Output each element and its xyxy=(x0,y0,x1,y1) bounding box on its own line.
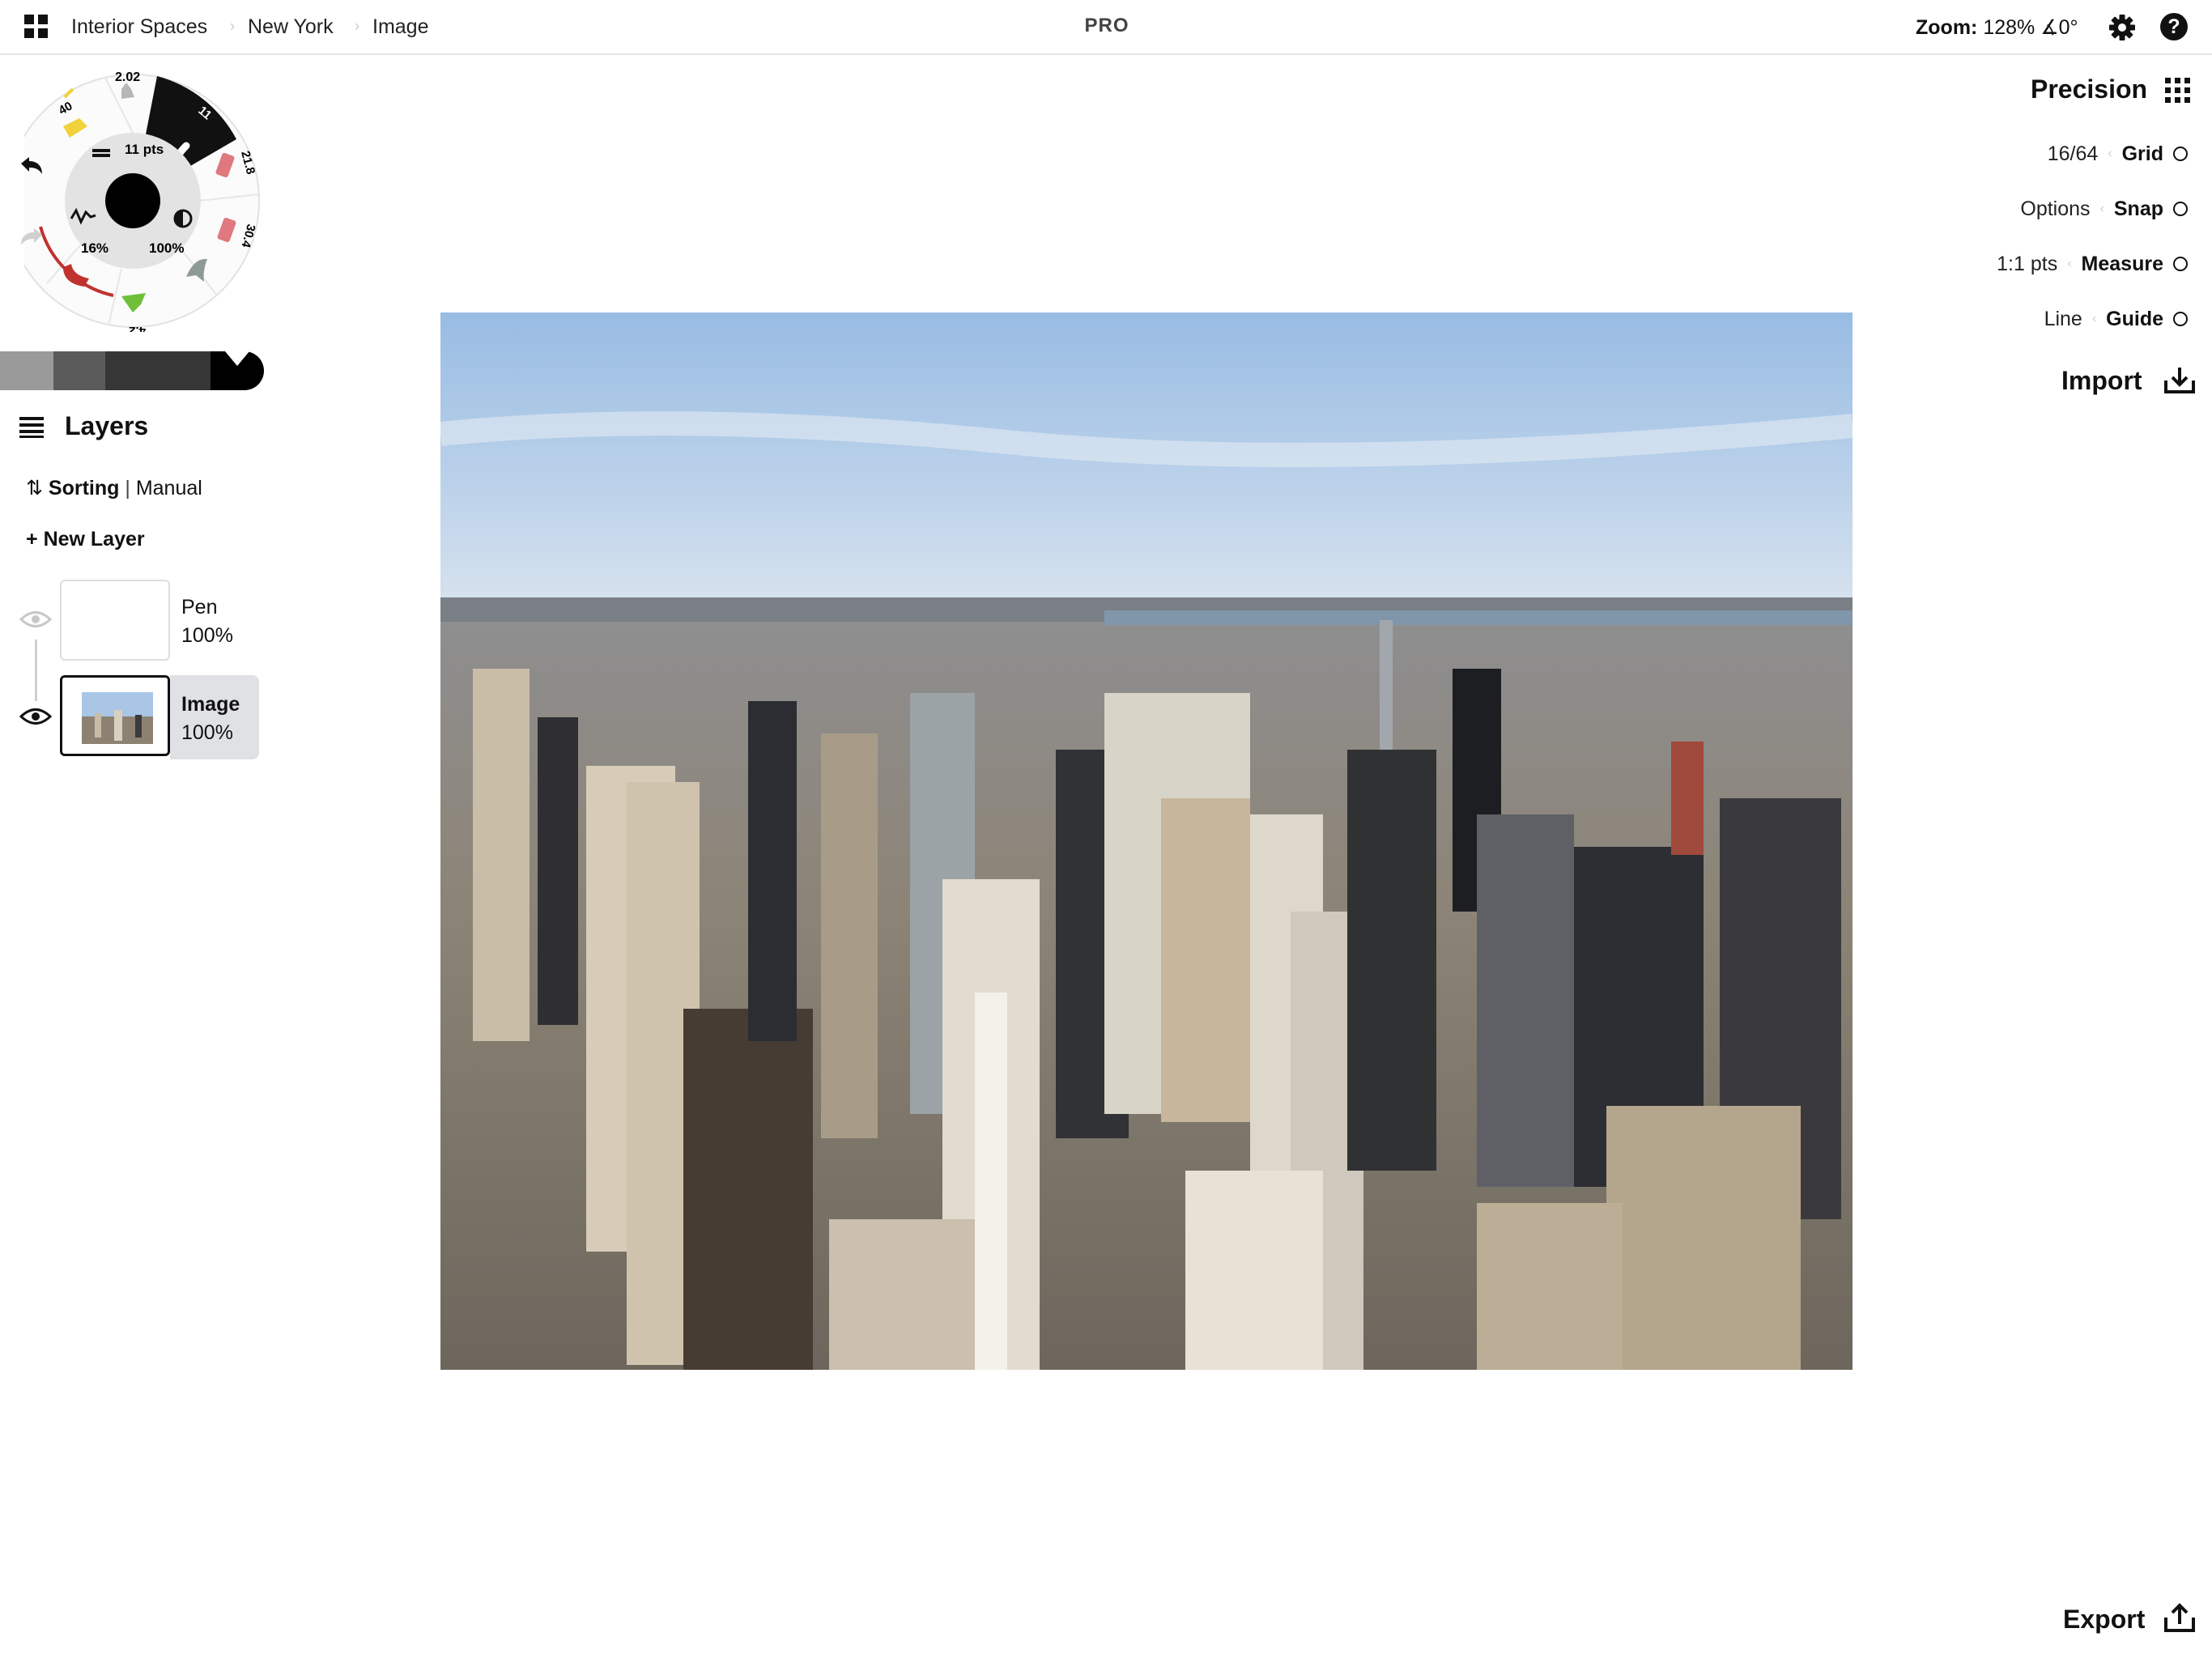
sort-icon: ⇅ xyxy=(26,477,43,500)
zoom-value: 128% xyxy=(1983,16,2035,39)
precision-row-grid[interactable]: 16/64 ‹ Grid xyxy=(2048,142,2188,166)
layer-link-line xyxy=(35,640,37,701)
precision-row-guide[interactable]: Line ‹ Guide xyxy=(2044,307,2188,331)
tool-wheel[interactable]: 40 2.02 11 21.8 30.4 4.2 11 pts 16% 100% xyxy=(24,65,267,332)
swatch[interactable] xyxy=(0,351,53,390)
chevron-left-icon: ‹ xyxy=(2108,147,2112,160)
sorting-divider: | xyxy=(125,477,130,500)
import-icon[interactable] xyxy=(2163,366,2196,395)
swatch[interactable] xyxy=(53,351,105,390)
swatch[interactable] xyxy=(105,351,211,390)
layer-opacity: 100% xyxy=(181,624,233,647)
gear-icon[interactable] xyxy=(2108,14,2136,41)
grid-label: Grid xyxy=(2121,142,2163,165)
selected-layer-highlight[interactable] xyxy=(170,675,259,759)
canvas-image[interactable] xyxy=(440,312,1853,1370)
smoothing-label: 16% xyxy=(81,240,108,256)
eye-icon-pen-layer[interactable] xyxy=(19,609,52,630)
precision-row-snap[interactable]: Options ‹ Snap xyxy=(2020,197,2188,221)
chevron-left-icon: ‹ xyxy=(2091,312,2097,325)
export-icon[interactable] xyxy=(2163,1603,2196,1634)
layer-thumbnail-image[interactable] xyxy=(60,675,170,756)
eye-icon-image-layer[interactable] xyxy=(19,706,52,727)
snap-value[interactable]: Options xyxy=(2020,198,2090,221)
precision-title[interactable]: Precision xyxy=(2031,74,2147,104)
layer-name: Pen xyxy=(181,596,218,619)
help-icon[interactable]: ? xyxy=(2160,13,2188,40)
tool-label: 4.2 xyxy=(129,324,146,332)
redo-icon[interactable] xyxy=(18,225,45,253)
breadcrumb-item-image[interactable]: Image xyxy=(372,15,428,39)
guide-label: Guide xyxy=(2106,307,2163,330)
zoom-label: Zoom: xyxy=(1916,16,1978,39)
new-layer-button[interactable]: + New Layer xyxy=(26,528,145,551)
precision-grid-icon[interactable] xyxy=(2165,78,2191,104)
breadcrumb-item-new-york[interactable]: New York xyxy=(248,15,334,39)
tool-label: 2.02 xyxy=(115,70,140,84)
guide-value[interactable]: Line xyxy=(2044,308,2082,331)
layers-title: Layers xyxy=(65,411,149,440)
guide-toggle[interactable] xyxy=(2173,312,2188,326)
sorting-label: Sorting xyxy=(48,477,120,500)
layer-name: Image xyxy=(181,693,240,716)
snap-label: Snap xyxy=(2113,197,2163,220)
measure-value[interactable]: 1:1 pts xyxy=(1997,253,2057,276)
zoom-readout[interactable]: Zoom: 128% ∡0° xyxy=(1916,15,2078,40)
new-layer-label: New Layer xyxy=(43,528,145,551)
plus-icon: + xyxy=(26,528,38,551)
opacity-label: 100% xyxy=(149,240,184,256)
swatch-selected[interactable] xyxy=(211,351,264,390)
measure-toggle[interactable] xyxy=(2173,257,2188,271)
pro-badge[interactable]: PRO xyxy=(1077,15,1137,37)
layers-icon[interactable] xyxy=(18,414,45,439)
breadcrumb-separator: › xyxy=(230,18,235,34)
zoom-angle: ∡0° xyxy=(2040,16,2078,39)
grid-value[interactable]: 16/64 xyxy=(2048,142,2099,166)
export-button[interactable]: Export xyxy=(2063,1605,2145,1635)
snap-toggle[interactable] xyxy=(2173,202,2188,216)
measure-label: Measure xyxy=(2081,252,2163,275)
layer-thumbnail-photo xyxy=(62,678,168,754)
precision-row-measure[interactable]: 1:1 pts ‹ Measure xyxy=(1997,252,2188,276)
color-swatches xyxy=(0,351,264,390)
breadcrumb-item-interior-spaces[interactable]: Interior Spaces xyxy=(71,15,207,39)
brush-size-label: 11 pts xyxy=(125,142,164,157)
chevron-left-icon: ‹ xyxy=(2099,202,2104,215)
grid-toggle[interactable] xyxy=(2173,147,2188,161)
sorting-control[interactable]: ⇅ Sorting | Manual xyxy=(26,476,202,500)
selected-swatch-marker-icon xyxy=(225,351,249,366)
breadcrumb-separator: › xyxy=(355,18,359,34)
undo-icon[interactable] xyxy=(18,154,45,181)
apps-grid-icon[interactable] xyxy=(24,15,49,39)
layer-thumbnail-pen[interactable] xyxy=(60,580,170,661)
chevron-left-icon: ‹ xyxy=(2067,257,2072,270)
layer-opacity: 100% xyxy=(181,721,233,744)
import-button[interactable]: Import xyxy=(2061,366,2142,396)
sorting-value: Manual xyxy=(135,477,202,500)
